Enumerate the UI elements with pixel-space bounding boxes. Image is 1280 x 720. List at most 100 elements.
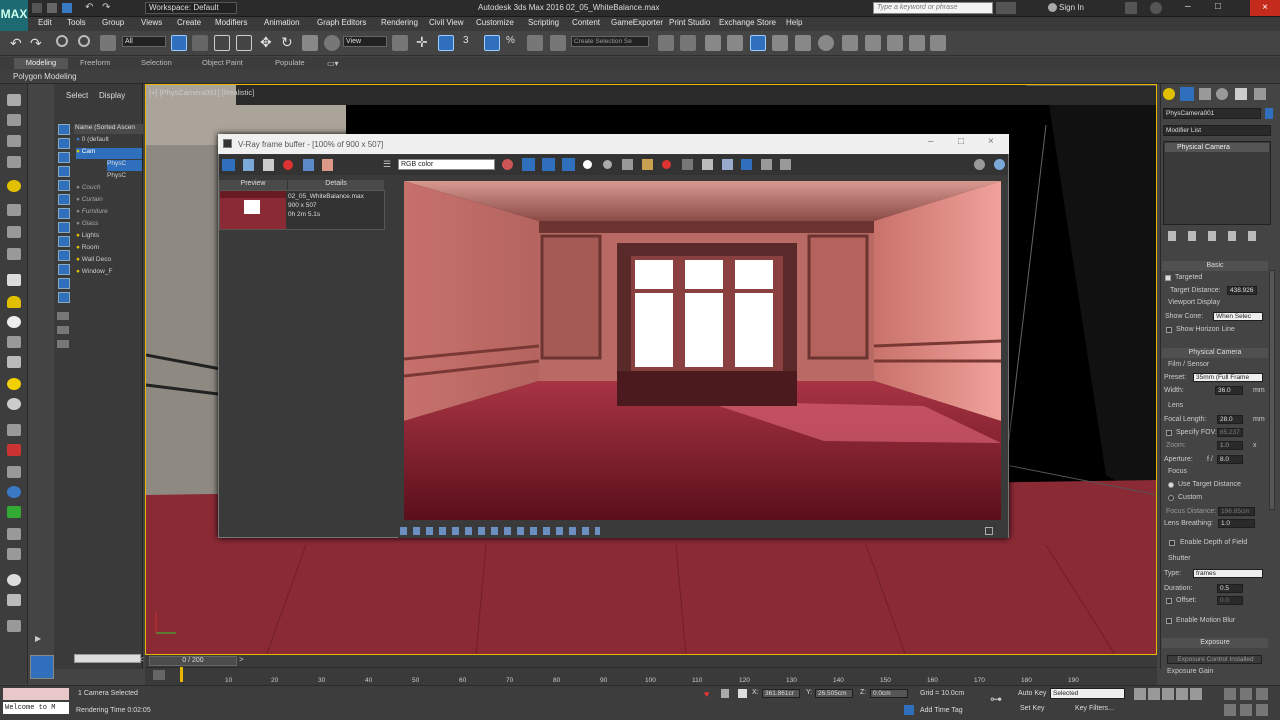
select-by-name-icon[interactable] [192,35,208,51]
filter-helpers-icon[interactable] [58,180,70,191]
app-logo-button[interactable]: MAX [0,0,28,31]
show-cone-dropdown[interactable]: When Selec [1213,312,1263,321]
menu-customize[interactable]: Customize [476,18,514,30]
vfb-channel-dropdown[interactable]: RGB color [398,159,495,170]
scale-icon[interactable] [302,35,318,51]
scene-row-cam[interactable]: ● Cam [76,148,142,159]
filter-invert-icon[interactable] [57,326,69,334]
vfb-title-bar[interactable]: V-Ray frame buffer - [100% of 900 x 507]… [218,134,1009,154]
auto-key-button[interactable]: Auto Key [1018,690,1046,697]
target-distance-field[interactable]: 438.926 [1227,286,1257,295]
offset-checkbox[interactable] [1166,598,1172,604]
curve-editor-icon[interactable] [772,35,788,51]
menu-modifiers[interactable]: Modifiers [215,18,247,30]
filter-bones-icon[interactable] [58,236,70,247]
rotate-icon[interactable]: ↻ [281,34,293,51]
maxscript-listener-input[interactable]: Welcome to M [3,702,69,714]
filter-none-icon[interactable] [57,312,69,320]
vfb-green-channel-icon[interactable] [542,158,555,171]
motion-tab-icon[interactable] [1216,88,1228,100]
filter-shapes-icon[interactable] [58,138,70,149]
history-tab-preview[interactable]: Preview [219,180,287,190]
targeted-checkbox[interactable] [1165,275,1171,281]
box-icon[interactable] [7,274,21,286]
move-icon[interactable]: ✥ [260,34,272,51]
sphere-icon[interactable] [7,316,21,328]
keyboard-shortcut-icon[interactable] [438,35,454,51]
filter-geometry-icon[interactable] [58,124,70,135]
time-slider-thumb[interactable]: 0 / 200 [149,656,237,666]
redo-icon[interactable]: ↷ [30,35,42,52]
plane-icon[interactable] [7,398,21,410]
tab-object-paint[interactable]: Object Paint [202,58,243,69]
save-file-icon[interactable] [62,3,72,13]
bind-space-warp-icon[interactable] [100,35,116,51]
maximize-viewport-icon[interactable] [1256,704,1268,716]
object-color-swatch[interactable] [1265,108,1273,119]
goto-start-icon[interactable] [1134,688,1146,700]
camera-tool-icon[interactable] [7,204,21,216]
hierarchy-icon[interactable] [7,424,21,436]
scene-row-window-frame[interactable]: ● Window_F [76,268,142,279]
zoom-field[interactable]: 1.0 [1217,441,1243,450]
key-mode-icon[interactable]: ⊶ [990,692,1002,706]
render-production-icon[interactable] [887,35,903,51]
display-icon[interactable] [7,466,21,478]
vfb-save-image-icon[interactable] [622,159,633,170]
vfb-stop-render-icon[interactable] [780,159,791,170]
material-editor-icon[interactable] [818,35,834,51]
time-slider-prev-icon[interactable]: < [139,655,144,664]
filter-all-icon[interactable] [58,292,70,303]
sun-icon[interactable] [7,378,21,390]
tab-populate[interactable]: Populate [275,58,305,69]
lens-breathing-field[interactable]: 1.0 [1218,519,1255,528]
helper-tool-icon[interactable] [7,226,21,238]
vfb-rendered-image[interactable] [404,181,1001,520]
window-crossing-icon[interactable] [236,35,252,51]
search-input[interactable]: Type a keyword or phrase [873,2,993,14]
offset-field[interactable]: 0.0 [1217,596,1243,605]
enable-motion-blur-checkbox[interactable] [1166,618,1172,624]
time-slider-track[interactable] [145,655,1157,667]
mini-curve-editor-icon[interactable] [153,670,165,680]
modifier-stack-item[interactable]: Physical Camera [1165,143,1269,152]
select-object-icon[interactable] [171,35,187,51]
filter-groups-icon[interactable] [58,208,70,219]
vfb-expand-icon[interactable] [985,527,993,535]
pan-view-icon[interactable] [1240,688,1252,700]
menu-animation[interactable]: Animation [264,18,300,30]
custom-focus-radio[interactable] [1168,495,1174,501]
motion-icon[interactable] [7,444,21,456]
scene-row-room[interactable]: ● Room [76,244,142,255]
vfb-blue-channel-icon[interactable] [562,158,575,171]
menu-exchange-store[interactable]: Exchange Store [719,18,776,30]
vray-mesh-icon[interactable] [7,548,21,560]
sync-selection-icon[interactable] [57,340,69,348]
vfb-clear-image-icon[interactable] [662,160,671,169]
vfb-color-icon[interactable] [502,159,513,170]
vfb-link-icon[interactable] [741,159,752,170]
vfb-notes-icon[interactable] [322,159,333,171]
ribbon-toggle-icon[interactable] [727,35,743,51]
schematic-view-icon[interactable] [795,35,811,51]
previous-frame-icon[interactable] [1148,688,1160,700]
rollout-basic[interactable]: Basic [1162,261,1268,271]
teapot-icon[interactable] [7,336,21,348]
angle-snap-icon[interactable] [484,35,500,51]
cone-icon[interactable] [7,356,21,368]
modifier-list-dropdown[interactable]: Modifier List [1163,125,1271,136]
vfb-save-history-icon[interactable] [243,159,254,171]
history-tab-details[interactable]: Details [287,180,384,190]
layer-icon[interactable] [7,114,21,126]
ribbon-options-icon[interactable]: ▭▾ [327,59,339,68]
sign-in-link[interactable]: Sign In [1059,3,1084,12]
scene-row-lights[interactable]: ● Lights [76,232,142,243]
key-filters-button[interactable]: Key Filters... [1075,705,1114,712]
show-horizon-checkbox[interactable] [1166,327,1172,333]
expand-arrow-icon[interactable]: ▶ [35,634,41,643]
scene-explorer-column-header[interactable]: Name (Sorted Ascen [74,124,143,134]
new-file-icon[interactable] [32,3,42,13]
render-setup-icon[interactable] [842,35,858,51]
layer-explorer-icon[interactable] [705,35,721,51]
orbit-icon[interactable] [1256,688,1268,700]
